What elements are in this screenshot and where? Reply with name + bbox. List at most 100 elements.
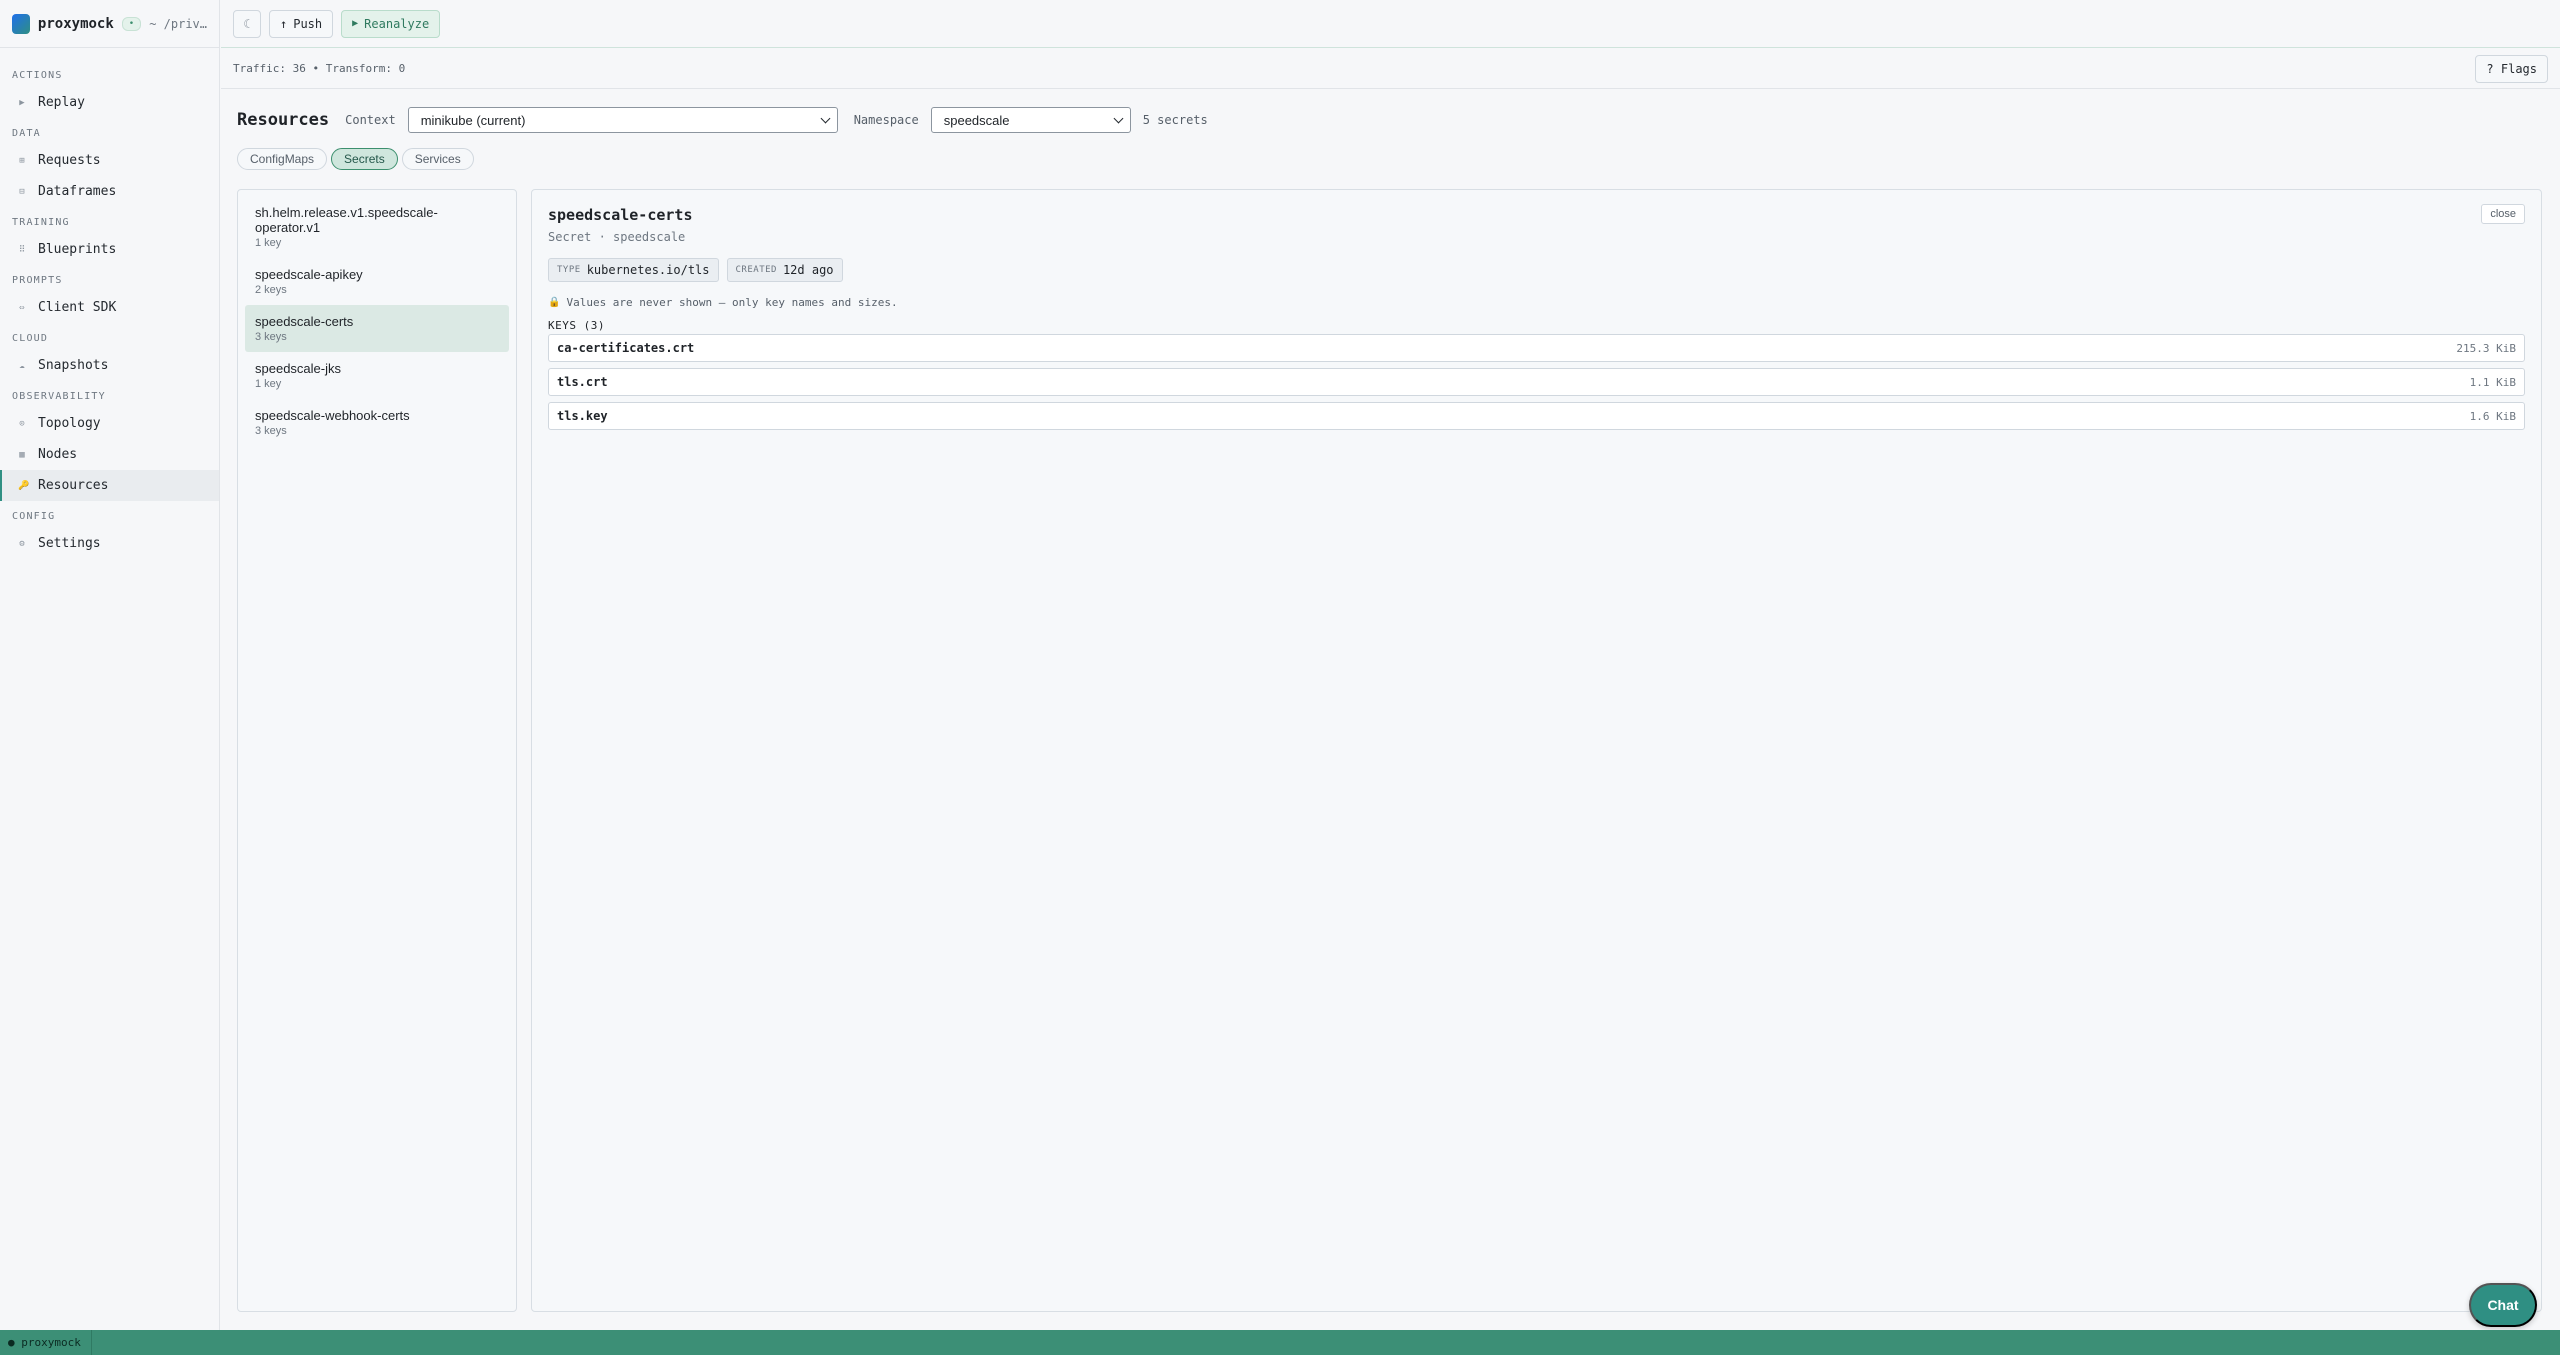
type-value: kubernetes.io/tls: [586, 263, 710, 277]
play-icon: ▶: [19, 97, 25, 108]
key-count: 1 key: [255, 237, 282, 249]
moon-icon: ☾: [243, 16, 251, 31]
table-icon: ⊟: [19, 186, 25, 197]
lock-icon: 🔒: [548, 297, 561, 308]
sidebar-item-label: Blueprints: [38, 242, 117, 257]
nav-section-prompts: PROMPTS: [12, 275, 63, 286]
detail-meta: TYPE kubernetes.io/tls CREATED 12d ago: [548, 258, 2525, 282]
topology-icon: ⊙: [19, 418, 25, 429]
sidebar: proxymock • ~ /priv… ACTIONS ▶ Replay DA…: [0, 0, 220, 1330]
nav-section-data: DATA: [12, 128, 41, 139]
keys-heading: KEYS (3): [548, 319, 605, 332]
top-toolbar: ☾ ↑ Push ▶ Reanalyze: [221, 0, 2560, 48]
sidebar-item-label: Requests: [38, 153, 101, 168]
sidebar-item-dataframes[interactable]: ⊟ Dataframes: [0, 176, 219, 207]
list-item[interactable]: speedscale-apikey 2 keys: [245, 258, 509, 305]
secret-name: speedscale-apikey: [255, 267, 363, 282]
theme-toggle-button[interactable]: ☾: [233, 9, 261, 38]
table-row[interactable]: tls.key 1.6 KiB: [548, 402, 2525, 430]
close-button[interactable]: close: [2481, 204, 2525, 224]
chat-button[interactable]: Chat: [2469, 1283, 2537, 1327]
statusbar-app[interactable]: ● proxymock: [8, 1330, 92, 1355]
key-size: 215.3 KiB: [2456, 341, 2516, 355]
app-logo-icon: [12, 13, 30, 34]
sidebar-item-label: Dataframes: [38, 184, 117, 199]
app-name: proxymock: [37, 15, 114, 32]
list-item[interactable]: speedscale-jks 1 key: [245, 352, 509, 399]
sidebar-item-settings[interactable]: ⚙ Settings: [0, 528, 219, 559]
nav-section-observability: OBSERVABILITY: [12, 391, 106, 402]
detail-title: speedscale-certs: [548, 206, 693, 224]
reanalyze-button[interactable]: ▶ Reanalyze: [341, 9, 441, 38]
traffic-status: Traffic: 36 • Transform: 0: [233, 62, 406, 75]
flags-button[interactable]: ? Flags: [2475, 55, 2548, 83]
push-button[interactable]: ↑ Push: [269, 9, 334, 38]
status-badge: •: [121, 16, 142, 31]
detail-subtitle: Secret · speedscale: [548, 230, 686, 244]
created-key: CREATED: [735, 265, 777, 275]
key-count: 3 keys: [255, 425, 287, 437]
page-title: Resources: [237, 110, 330, 130]
context-select[interactable]: minikube (current): [407, 107, 838, 133]
gear-icon: ⚙: [19, 538, 25, 549]
traffic-status-strip: Traffic: 36 • Transform: 0 ? Flags: [221, 49, 2560, 89]
blueprint-icon: ⠿: [18, 244, 26, 255]
context-value: minikube (current): [420, 112, 526, 128]
key-count: 3 keys: [255, 331, 287, 343]
sidebar-item-snapshots[interactable]: ☁ Snapshots: [0, 350, 219, 381]
tab-configmaps[interactable]: ConfigMaps: [237, 148, 328, 170]
type-chip: TYPE kubernetes.io/tls: [548, 258, 719, 282]
table-row[interactable]: ca-certificates.crt 215.3 KiB: [548, 334, 2525, 362]
sidebar-item-requests[interactable]: ⊞ Requests: [0, 145, 219, 176]
namespace-value: speedscale: [943, 112, 1010, 128]
secret-name: sh.helm.release.v1.speedscale-operator.v…: [255, 205, 438, 235]
sidebar-item-label: Snapshots: [38, 358, 109, 373]
list-item-selected[interactable]: speedscale-certs 3 keys: [245, 305, 509, 352]
key-icon: 🔑: [18, 480, 30, 491]
sidebar-item-resources[interactable]: 🔑 Resources: [0, 470, 219, 501]
sidebar-item-label: Nodes: [38, 447, 78, 462]
sidebar-item-topology[interactable]: ⊙ Topology: [0, 408, 219, 439]
sidebar-item-replay[interactable]: ▶ Replay: [0, 87, 219, 118]
secret-detail: speedscale-certs Secret · speedscale clo…: [531, 189, 2542, 1312]
sidebar-item-label: Resources: [38, 478, 109, 493]
sidebar-item-nodes[interactable]: ▦ Nodes: [0, 439, 219, 470]
key-name: ca-certificates.crt: [557, 341, 695, 355]
list-item[interactable]: speedscale-webhook-certs 3 keys: [245, 399, 509, 446]
nodes-icon: ▦: [19, 449, 25, 460]
resource-tabs: ConfigMaps Secrets Services: [237, 148, 2542, 170]
list-item[interactable]: sh.helm.release.v1.speedscale-operator.v…: [245, 196, 509, 258]
created-chip: CREATED 12d ago: [726, 258, 843, 282]
type-key: TYPE: [557, 265, 581, 275]
sidebar-item-label: Settings: [38, 536, 101, 551]
key-count: 1 key: [255, 378, 282, 390]
secret-name: speedscale-jks: [255, 361, 341, 376]
grid-icon: ⊞: [19, 155, 25, 166]
secrets-list: sh.helm.release.v1.speedscale-operator.v…: [237, 189, 517, 1312]
bottom-status-bar: ● proxymock: [0, 1330, 2560, 1355]
sidebar-item-client-sdk[interactable]: ⇔ Client SDK: [0, 292, 219, 323]
sidebar-item-label: Topology: [38, 416, 101, 431]
context-label: Context: [345, 113, 396, 127]
key-size: 1.6 KiB: [2469, 409, 2516, 423]
namespace-label: Namespace: [853, 113, 919, 127]
note-text: Values are never shown — only key names …: [566, 296, 898, 309]
secret-name: speedscale-webhook-certs: [255, 408, 410, 423]
nav-section-cloud: CLOUD: [12, 333, 49, 344]
key-name: tls.crt: [557, 375, 608, 389]
table-row[interactable]: tls.crt 1.1 KiB: [548, 368, 2525, 396]
cloud-icon: ☁: [19, 360, 25, 371]
created-value: 12d ago: [782, 263, 834, 277]
tab-services[interactable]: Services: [401, 148, 474, 170]
values-hidden-note: 🔒 Values are never shown — only key name…: [548, 296, 2525, 309]
secret-name: speedscale-certs: [255, 314, 354, 329]
brand-header: proxymock • ~ /priv…: [0, 0, 219, 48]
sidebar-item-blueprints[interactable]: ⠿ Blueprints: [0, 234, 219, 265]
keys-list: ca-certificates.crt 215.3 KiB tls.crt 1.…: [548, 334, 2525, 430]
play-icon: ▶: [352, 18, 359, 29]
reanalyze-label: Reanalyze: [364, 16, 430, 31]
namespace-select[interactable]: speedscale: [930, 107, 1131, 133]
sidebar-nav: ACTIONS ▶ Replay DATA ⊞ Requests ⊟ Dataf…: [0, 48, 219, 559]
project-path: ~ /priv…: [149, 16, 207, 31]
tab-secrets[interactable]: Secrets: [331, 148, 398, 170]
